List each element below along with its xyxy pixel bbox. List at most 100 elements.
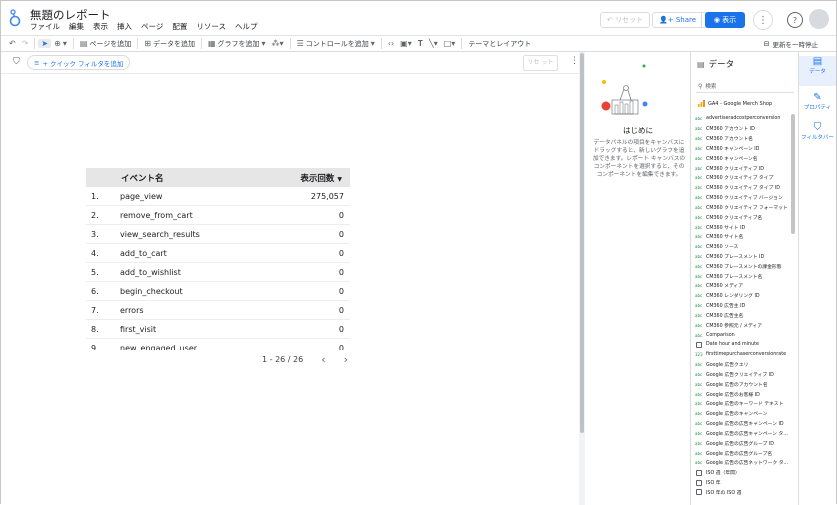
add-control-button[interactable]: ☰ コントロールを追加 ▾ bbox=[294, 39, 378, 49]
field-item[interactable]: abc CM360 プレースメント ID bbox=[695, 252, 791, 262]
table-row[interactable]: 5. add_to_wishlist 0 bbox=[86, 263, 350, 282]
data-panel-title: ▤ データ bbox=[697, 59, 735, 71]
field-item[interactable]: abc CM360 キャンペーン名 bbox=[695, 153, 791, 163]
text-type-icon: abc bbox=[695, 391, 703, 397]
field-item[interactable]: abc CM360 広告主名 bbox=[695, 311, 791, 321]
table-row[interactable]: 1. page_view 275,057 bbox=[86, 187, 350, 206]
theme-layout-button[interactable]: テーマとレイアウト bbox=[465, 39, 534, 49]
table-row[interactable]: 9. new_engaged_user 0 bbox=[86, 339, 350, 350]
undo-icon[interactable]: ↶ bbox=[1, 39, 19, 48]
field-item[interactable]: abc CM360 プレースメントの課金形態 bbox=[695, 261, 791, 271]
rail-filterbar-tab[interactable]: ⛉ フィルタバー bbox=[799, 122, 836, 141]
more-options-icon[interactable]: ⋮ bbox=[753, 10, 773, 30]
previous-page-icon[interactable]: ‹ bbox=[321, 353, 325, 366]
shape-icon[interactable]: □▾ bbox=[441, 39, 459, 48]
zoom-icon[interactable]: ⊕ ▾ bbox=[51, 39, 70, 48]
menu-insert[interactable]: 挿入 bbox=[117, 21, 132, 32]
field-item[interactable]: abc CM360 キャンペーン ID bbox=[695, 143, 791, 153]
field-item[interactable]: abc CM360 参照元 / メディア bbox=[695, 320, 791, 330]
add-data-button[interactable]: ⊞ データを追加 bbox=[141, 39, 198, 49]
menu-page[interactable]: ページ bbox=[141, 21, 163, 32]
share-button[interactable]: 👤+ Share ▼ bbox=[652, 12, 714, 28]
add-page-button[interactable]: ▤ ページを追加 bbox=[77, 39, 134, 49]
field-item[interactable]: date ISO 週（年間） bbox=[695, 468, 791, 478]
menu-view[interactable]: 表示 bbox=[93, 21, 108, 32]
data-source-label[interactable]: GA4 - Google Merch Shop bbox=[698, 100, 772, 107]
table-row[interactable]: 8. first_visit 0 bbox=[86, 320, 350, 339]
field-item[interactable]: abc Google 広告クエリ bbox=[695, 360, 791, 370]
menu-edit[interactable]: 編集 bbox=[69, 21, 84, 32]
embed-code-icon[interactable]: ‹› bbox=[385, 39, 397, 48]
table-row[interactable]: 6. begin_checkout 0 bbox=[86, 282, 350, 301]
community-viz-icon[interactable]: ⁂▾ bbox=[269, 39, 287, 48]
quick-filter-button[interactable]: ≡ + クイック フィルタを追加 bbox=[27, 55, 131, 70]
field-item[interactable]: abc Comparison bbox=[695, 330, 791, 340]
table-row[interactable]: 3. view_search_results 0 bbox=[86, 225, 350, 244]
field-item[interactable]: abc CM360 レンダリング ID bbox=[695, 291, 791, 301]
field-name: Google 広告のキャンペーン bbox=[706, 412, 768, 418]
menu-file[interactable]: ファイル bbox=[30, 21, 60, 32]
field-item[interactable]: abc Google 広告の広告キャンペーン タ... bbox=[695, 429, 791, 439]
menu-resource[interactable]: リソース bbox=[196, 21, 226, 32]
field-item[interactable]: date ISO 年の ISO 週 bbox=[695, 487, 791, 497]
menu-help[interactable]: ヘルプ bbox=[235, 21, 258, 32]
column-header-count[interactable]: 表示回数 ▼ bbox=[300, 172, 342, 184]
field-item[interactable]: abc CM360 ソース bbox=[695, 242, 791, 252]
help-icon[interactable]: ? bbox=[787, 12, 803, 28]
reset-button[interactable]: ↶ リセット bbox=[600, 12, 651, 28]
field-item[interactable]: abc CM360 クリエイティブ バージョン bbox=[695, 193, 791, 203]
field-item[interactable]: abc Google 広告の広告キャンペーン ID bbox=[695, 419, 791, 429]
field-list-scrollbar[interactable] bbox=[791, 114, 795, 234]
field-item[interactable]: abc CM360 アカウント ID bbox=[695, 124, 791, 134]
field-item[interactable]: abc CM360 サイト ID bbox=[695, 222, 791, 232]
filter-more-icon[interactable]: ⋮ bbox=[570, 56, 579, 66]
field-item[interactable]: date ISO 年 bbox=[695, 478, 791, 488]
field-item[interactable]: abc Google 広告のキーワード テキスト bbox=[695, 399, 791, 409]
field-item[interactable]: abc Google 広告のアカウント名 bbox=[695, 379, 791, 389]
field-item[interactable]: abc Google 広告クリエイティブ ID bbox=[695, 370, 791, 380]
field-item[interactable]: abc CM360 サイト名 bbox=[695, 232, 791, 242]
field-search-input[interactable]: ⚲ 検索 bbox=[696, 80, 794, 93]
image-icon[interactable]: ▣▾ bbox=[397, 39, 415, 48]
field-item[interactable]: abc Google 広告の広告ネットワーク タ... bbox=[695, 458, 791, 468]
menu-arrange[interactable]: 配置 bbox=[172, 21, 187, 32]
filter-icon[interactable]: ⛉ bbox=[13, 57, 20, 67]
field-item[interactable]: abc CM360 クリエイティブ フォーマット bbox=[695, 202, 791, 212]
column-header-event[interactable]: イベント名 bbox=[121, 172, 164, 184]
event-table[interactable]: イベント名 表示回数 ▼ 1. page_view 275,057 2. remove… bbox=[86, 168, 350, 350]
add-chart-button[interactable]: ▦ グラフを追加 ▾ bbox=[205, 39, 269, 49]
field-item[interactable]: abc Google 広告のキャンペーン bbox=[695, 409, 791, 419]
text-type-icon: abc bbox=[695, 293, 703, 299]
table-row[interactable]: 7. errors 0 bbox=[86, 301, 350, 320]
field-item[interactable]: abc CM360 クリエイティブ ID bbox=[695, 163, 791, 173]
field-item[interactable]: abc CM360 メディア bbox=[695, 281, 791, 291]
avatar[interactable] bbox=[809, 9, 829, 29]
field-item[interactable]: abc advertiseradcostperconversion bbox=[695, 114, 791, 124]
redo-icon[interactable]: ↷ bbox=[19, 39, 32, 48]
field-item[interactable]: abc CM360 クリエイティブ タイプ bbox=[695, 173, 791, 183]
line-icon[interactable]: ╲▾ bbox=[426, 39, 441, 48]
field-item[interactable]: abc CM360 プレースメント名 bbox=[695, 271, 791, 281]
field-name: Google 広告のアカウント名 bbox=[706, 382, 768, 388]
select-cursor-icon[interactable]: ➤ bbox=[38, 39, 52, 48]
field-item[interactable]: abc CM360 アカウント名 bbox=[695, 134, 791, 144]
field-item[interactable]: abc CM360 クリエイティブ タイプ ID bbox=[695, 183, 791, 193]
field-item[interactable]: date Date hour and minute bbox=[695, 340, 791, 350]
canvas-scrollbar-thumb[interactable] bbox=[580, 53, 584, 433]
field-item[interactable]: abc Google 広告のお客様 ID bbox=[695, 389, 791, 399]
table-row[interactable]: 4. add_to_cart 0 bbox=[86, 244, 350, 263]
view-button[interactable]: ◉ 表示 bbox=[705, 12, 745, 28]
rail-data-tab[interactable]: ▤ データ bbox=[799, 56, 836, 86]
reset-filter-button[interactable]: リセ ット bbox=[523, 55, 558, 71]
field-item[interactable]: abc CM360 広告主 ID bbox=[695, 301, 791, 311]
table-row[interactable]: 2. remove_from_cart 0 bbox=[86, 206, 350, 225]
rail-properties-tab[interactable]: ✎ プロパティ bbox=[799, 92, 836, 111]
field-item[interactable]: abc Google 広告の広告グループ ID bbox=[695, 438, 791, 448]
pause-updates-button[interactable]: ⊟ 更新を一時停止 bbox=[764, 39, 818, 49]
field-item[interactable]: abc Google 広告の広告グループ名 bbox=[695, 448, 791, 458]
field-item[interactable]: 123 firsttimepurchaserconversionrate bbox=[695, 350, 791, 360]
next-page-icon[interactable]: › bbox=[344, 353, 348, 366]
field-name: CM360 広告主名 bbox=[706, 313, 744, 319]
text-icon[interactable]: 𝐓 bbox=[415, 39, 426, 49]
field-item[interactable]: abc CM360 クリエイティブ名 bbox=[695, 212, 791, 222]
